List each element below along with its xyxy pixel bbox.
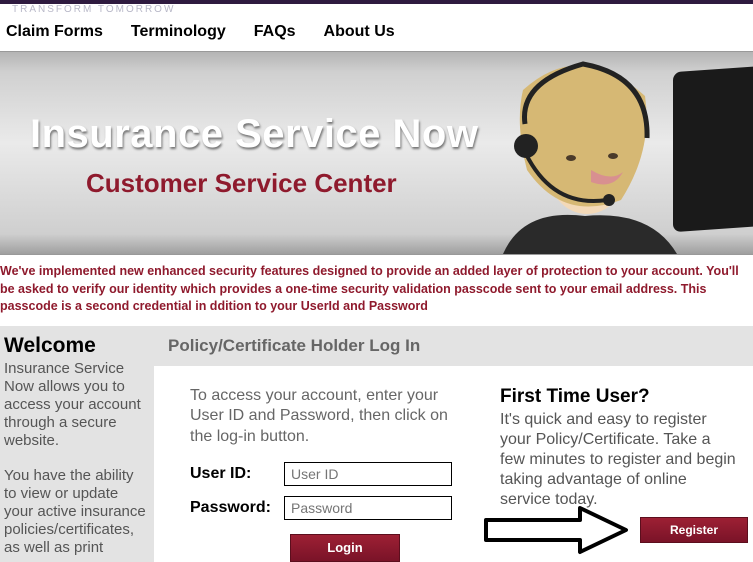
password-input[interactable] [284,496,452,520]
login-column: To access your account, enter your User … [190,386,470,562]
password-label: Password: [190,499,284,517]
welcome-text-1: Insurance Service Now allows you to acce… [4,360,146,450]
arrow-register-group: Register [480,504,748,556]
first-time-heading: First Time User? [500,386,737,408]
hero-subtitle: Customer Service Center [86,168,397,199]
nav-claim-forms[interactable]: Claim Forms [6,23,103,41]
security-alert: We've implemented new enhanced security … [0,255,753,326]
hero-image [463,51,753,254]
hero-title: Insurance Service Now [30,112,478,157]
userid-label: User ID: [190,465,284,483]
content-header: Policy/Certificate Holder Log In [154,326,753,366]
hero-banner: Insurance Service Now Customer Service C… [0,51,753,255]
tagline: TRANSFORM TOMORROW [0,4,753,17]
userid-input[interactable] [284,462,452,486]
welcome-sidebar: Welcome Insurance Service Now allows you… [0,326,154,562]
content-panel: Policy/Certificate Holder Log In To acce… [154,326,753,562]
userid-row: User ID: [190,462,470,486]
login-button[interactable]: Login [290,534,400,562]
main-nav: Claim Forms Terminology FAQs About Us [0,17,753,51]
nav-about-us[interactable]: About Us [324,23,395,41]
nav-terminology[interactable]: Terminology [131,23,226,41]
first-time-text: It's quick and easy to register your Pol… [500,410,737,510]
welcome-heading: Welcome [4,334,146,358]
main-area: Welcome Insurance Service Now allows you… [0,326,753,562]
arrow-icon [480,504,630,556]
content-body: To access your account, enter your User … [154,366,753,562]
welcome-text-2: You have the ability to view or update y… [4,467,146,557]
password-row: Password: [190,496,470,520]
monitor-graphic [673,64,753,232]
register-column: First Time User? It's quick and easy to … [500,386,737,562]
register-button[interactable]: Register [640,517,748,543]
login-intro: To access your account, enter your User … [190,386,470,448]
nav-faqs[interactable]: FAQs [254,23,296,41]
